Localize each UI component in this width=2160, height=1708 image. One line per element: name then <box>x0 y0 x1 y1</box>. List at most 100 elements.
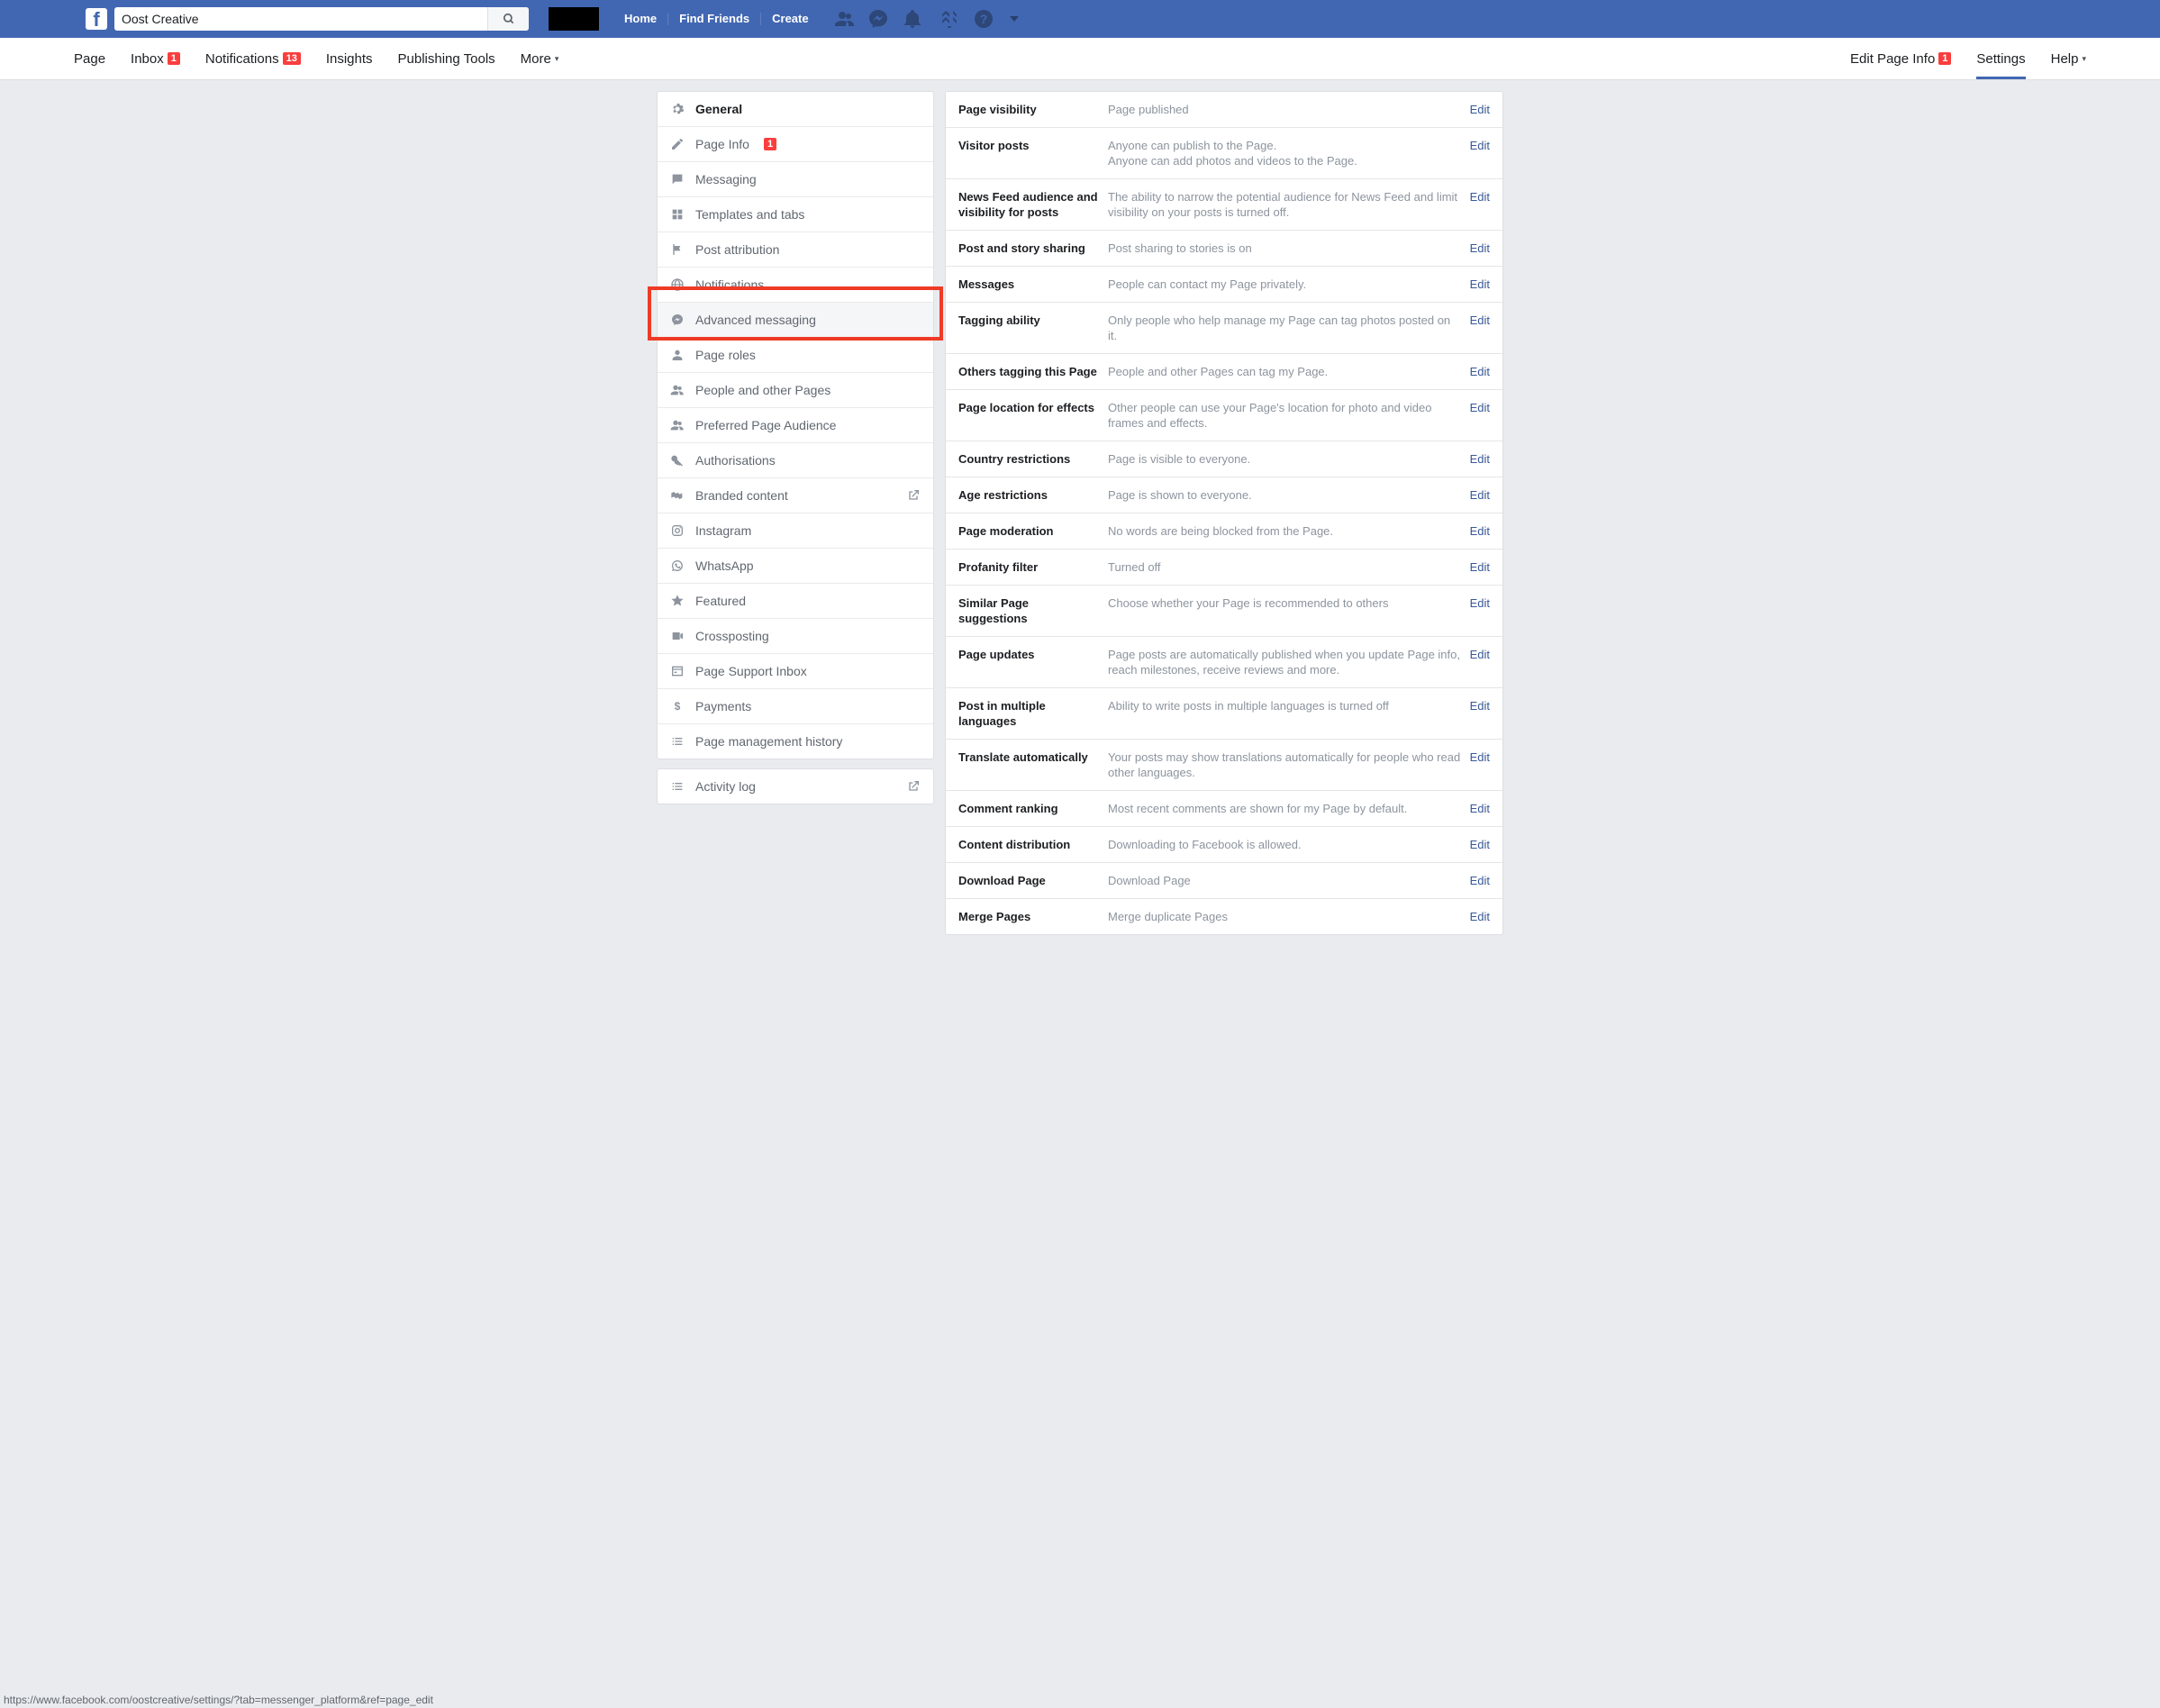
sidebar-item-payments[interactable]: $Payments <box>658 689 933 724</box>
setting-label: Similar Page suggestions <box>958 595 1108 626</box>
sidebar-item-people-and-other-pages[interactable]: People and other Pages <box>658 373 933 408</box>
facebook-logo[interactable]: f <box>86 8 107 30</box>
tab-notifications[interactable]: Notifications 13 <box>205 51 301 67</box>
inbox-badge: 1 <box>168 52 180 65</box>
setting-row-others-tagging-this-page: Others tagging this PagePeople and other… <box>946 354 1502 390</box>
sidebar-item-messaging[interactable]: Messaging <box>658 162 933 197</box>
sidebar-item-label: Featured <box>695 594 746 608</box>
setting-description: People and other Pages can tag my Page. <box>1108 364 1470 379</box>
notifications-badge: 13 <box>283 52 301 65</box>
edit-link[interactable]: Edit <box>1470 138 1490 168</box>
edit-link[interactable]: Edit <box>1470 313 1490 343</box>
edit-link[interactable]: Edit <box>1470 873 1490 888</box>
tab-publishing-tools[interactable]: Publishing Tools <box>398 51 495 67</box>
search-input[interactable] <box>114 12 487 26</box>
tab-edit-page-info[interactable]: Edit Page Info 1 <box>1850 51 1951 67</box>
edit-link[interactable]: Edit <box>1470 102 1490 117</box>
tab-settings[interactable]: Settings <box>1976 51 2025 67</box>
setting-row-messages: MessagesPeople can contact my Page priva… <box>946 267 1502 303</box>
sidebar-item-instagram[interactable]: Instagram <box>658 513 933 549</box>
sidebar-item-page-roles[interactable]: Page roles <box>658 338 933 373</box>
sidebar-item-label: Crossposting <box>695 629 769 643</box>
sidebar-item-page-info[interactable]: Page Info1 <box>658 127 933 162</box>
setting-row-translate-automatically: Translate automaticallyYour posts may sh… <box>946 740 1502 791</box>
edit-link[interactable]: Edit <box>1470 909 1490 924</box>
grid-icon <box>670 207 685 222</box>
edit-link[interactable]: Edit <box>1470 189 1490 220</box>
sidebar-item-label: Page Support Inbox <box>695 664 807 678</box>
list-icon <box>670 734 685 749</box>
notifications-bell-icon[interactable] <box>902 8 923 30</box>
handshake-icon <box>670 488 685 503</box>
chevron-down-icon: ▾ <box>555 54 559 64</box>
setting-row-merge-pages: Merge PagesMerge duplicate PagesEdit <box>946 899 1502 934</box>
friends-icon[interactable] <box>833 8 855 30</box>
setting-row-comment-ranking: Comment rankingMost recent comments are … <box>946 791 1502 827</box>
setting-description: No words are being blocked from the Page… <box>1108 523 1470 539</box>
profile-avatar[interactable] <box>549 7 599 31</box>
setting-label: Page updates <box>958 647 1108 677</box>
tab-page[interactable]: Page <box>74 51 105 67</box>
sidebar-item-featured[interactable]: Featured <box>658 584 933 619</box>
sidebar-item-label: Page management history <box>695 734 842 749</box>
sidebar-item-notifications[interactable]: Notifications <box>658 268 933 303</box>
sidebar-item-whatsapp[interactable]: WhatsApp <box>658 549 933 584</box>
sidebar-item-advanced-messaging[interactable]: Advanced messaging <box>658 303 933 338</box>
edit-link[interactable]: Edit <box>1470 559 1490 575</box>
setting-label: Page visibility <box>958 102 1108 117</box>
edit-link[interactable]: Edit <box>1470 451 1490 467</box>
messenger-icon[interactable] <box>867 8 889 30</box>
tab-inbox-label: Inbox <box>131 51 164 67</box>
find-friends-link[interactable]: Find Friends <box>668 13 761 25</box>
setting-description: Page published <box>1108 102 1470 117</box>
edit-link[interactable]: Edit <box>1470 277 1490 292</box>
list-icon <box>670 779 685 794</box>
edit-link[interactable]: Edit <box>1470 750 1490 780</box>
sidebar-item-preferred-page-audience[interactable]: Preferred Page Audience <box>658 408 933 443</box>
edit-link[interactable]: Edit <box>1470 487 1490 503</box>
setting-label: Page moderation <box>958 523 1108 539</box>
tab-help[interactable]: Help ▾ <box>2051 51 2086 67</box>
setting-description: Most recent comments are shown for my Pa… <box>1108 801 1470 816</box>
edit-link[interactable]: Edit <box>1470 241 1490 256</box>
create-link[interactable]: Create <box>761 13 819 25</box>
edit-link[interactable]: Edit <box>1470 364 1490 379</box>
help-circle-icon[interactable]: ? <box>973 8 994 30</box>
setting-row-age-restrictions: Age restrictionsPage is shown to everyon… <box>946 477 1502 513</box>
edit-link[interactable]: Edit <box>1470 523 1490 539</box>
topbar: f Home Find Friends Create ? <box>0 0 2160 38</box>
sidebar-item-authorisations[interactable]: Authorisations <box>658 443 933 478</box>
tab-inbox[interactable]: Inbox 1 <box>131 51 180 67</box>
sidebar-item-crossposting[interactable]: Crossposting <box>658 619 933 654</box>
sidebar-item-post-attribution[interactable]: Post attribution <box>658 232 933 268</box>
edit-link[interactable]: Edit <box>1470 595 1490 626</box>
sidebar-item-general[interactable]: General <box>658 92 933 127</box>
edit-link[interactable]: Edit <box>1470 400 1490 431</box>
sidebar-item-templates-and-tabs[interactable]: Templates and tabs <box>658 197 933 232</box>
sidebar-item-page-support-inbox[interactable]: Page Support Inbox <box>658 654 933 689</box>
chevron-down-icon: ▾ <box>2082 54 2086 64</box>
sidebar-item-label: WhatsApp <box>695 559 754 573</box>
video-icon <box>670 629 685 643</box>
edit-link[interactable]: Edit <box>1470 698 1490 729</box>
account-menu-icon[interactable] <box>1010 16 1019 22</box>
home-link[interactable]: Home <box>613 13 668 25</box>
sidebar-menu: GeneralPage Info1MessagingTemplates and … <box>657 91 934 759</box>
card-icon <box>670 664 685 678</box>
setting-row-post-and-story-sharing: Post and story sharingPost sharing to st… <box>946 231 1502 267</box>
key-icon <box>670 453 685 468</box>
edit-link[interactable]: Edit <box>1470 801 1490 816</box>
sidebar-item-page-management-history[interactable]: Page management history <box>658 724 933 759</box>
sidebar-item-branded-content[interactable]: Branded content <box>658 478 933 513</box>
setting-label: Page location for effects <box>958 400 1108 431</box>
edit-link[interactable]: Edit <box>1470 647 1490 677</box>
setting-row-page-location-for-effects: Page location for effectsOther people ca… <box>946 390 1502 441</box>
tab-insights[interactable]: Insights <box>326 51 373 67</box>
edit-link[interactable]: Edit <box>1470 837 1490 852</box>
sidebar-item-activity-log[interactable]: Activity log <box>658 769 933 804</box>
tab-more[interactable]: More ▾ <box>521 51 559 67</box>
search-button[interactable] <box>487 7 529 31</box>
setting-row-content-distribution: Content distributionDownloading to Faceb… <box>946 827 1502 863</box>
tab-more-label: More <box>521 51 551 67</box>
quick-help-icon[interactable] <box>939 8 960 30</box>
